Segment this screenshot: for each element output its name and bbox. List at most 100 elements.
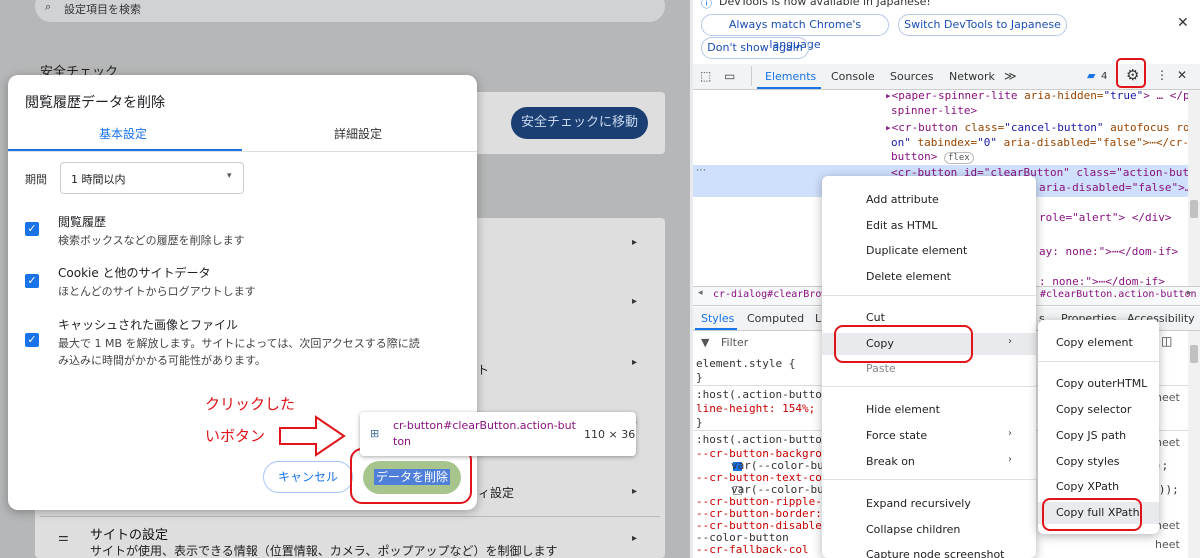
code-val: "true" [1103, 89, 1144, 102]
code-line[interactable]: button> flex [891, 150, 974, 164]
site-settings-title: サイトの設定 [90, 528, 169, 543]
scrollbar-thumb[interactable] [1190, 200, 1198, 218]
panel-divider[interactable] [690, 0, 693, 558]
element-tooltip: ⊞ cr-button#clearButton.action-but ton 1… [360, 412, 636, 456]
sidebar-toggle-icon[interactable]: ◫ [1161, 334, 1172, 348]
filter-icon: ▼ [701, 336, 710, 349]
scroll-right-icon[interactable]: ▸ [1187, 288, 1192, 298]
copy-js-path[interactable]: Copy JS path [1038, 425, 1159, 447]
more-tabs-icon[interactable]: ≫ [1004, 69, 1017, 83]
scrollbar[interactable] [1188, 90, 1200, 286]
highlight-box [1042, 498, 1142, 531]
code-line[interactable]: spinner-lite> [891, 104, 977, 117]
highlight-box [350, 448, 472, 504]
menu-force-state[interactable]: Force state [822, 425, 1036, 447]
item-title: Cookie と他のサイトデータ [58, 266, 211, 280]
code-tag: ▸<cr-button [885, 121, 958, 134]
menu-collapse-children[interactable]: Collapse children [822, 519, 1036, 541]
copy-selector[interactable]: Copy selector [1038, 399, 1159, 421]
menu-duplicate[interactable]: Duplicate element [822, 240, 1036, 262]
scrollbar-thumb[interactable] [1190, 345, 1198, 363]
stylesheet-link[interactable]: heet [1155, 538, 1180, 551]
code-val: "0" [977, 136, 997, 149]
css-rule: } [696, 416, 703, 429]
chevron-right-icon: ▸ [632, 296, 638, 307]
breadcrumb-item[interactable]: #clearButton.action-button [1040, 289, 1197, 300]
annotation-text: クリックした [205, 395, 296, 413]
context-menu: Add attribute Edit as HTML Duplicate ele… [822, 176, 1036, 558]
site-settings-desc: サイトが使用、表示できる情報（位置情報、カメラ、ポップアップなど）を制御します [90, 544, 558, 558]
switch-language-button[interactable]: Switch DevTools to Japanese [898, 14, 1067, 36]
menu-edit-html[interactable]: Edit as HTML [822, 215, 1036, 237]
active-tab-indicator [757, 87, 821, 89]
row-divider [40, 516, 660, 517]
tab-network[interactable]: Network [949, 70, 995, 83]
highlight-box [1116, 58, 1146, 88]
checkbox-history[interactable]: ✓ [25, 222, 39, 236]
divider [751, 66, 752, 86]
tab-layout[interactable]: L [815, 312, 821, 325]
match-language-button[interactable]: Always match Chrome's language [701, 14, 889, 51]
tooltip-selector: cr-button#clearButton.action-but [393, 419, 576, 432]
code-attr: autofocus role="butt [1110, 121, 1200, 134]
tab-basic[interactable]: 基本設定 [99, 125, 147, 142]
menu-expand-recursively[interactable]: Expand recursively [822, 493, 1036, 515]
tab-divider [8, 151, 477, 152]
highlight-box [834, 325, 973, 363]
selected-code: aria-disabled="false">… [1039, 181, 1192, 194]
annotation-text: いボタン [205, 427, 266, 445]
css-rule[interactable]: element.style { [696, 357, 795, 370]
css-property[interactable]: --cr-fallback-col [696, 543, 809, 556]
info-icon: ⓘ [701, 0, 712, 10]
checkbox-cache[interactable]: ✓ [25, 333, 39, 347]
tab-styles[interactable]: Styles [701, 312, 734, 325]
more-vert-icon[interactable]: ⋮ [1156, 68, 1168, 82]
safety-check-button[interactable]: 安全チェックに移動 [511, 107, 648, 139]
copy-element[interactable]: Copy element [1038, 332, 1159, 354]
chevron-right-icon: ▸ [632, 533, 638, 544]
partial-row-text: ィ設定 [478, 486, 515, 500]
filter-input[interactable]: Filter [721, 336, 748, 349]
search-input[interactable]: 設定項目を検索 [64, 1, 141, 17]
code-line[interactable]: role="alert"> </div> [1039, 211, 1171, 224]
menu-add-attribute[interactable]: Add attribute [822, 189, 1036, 211]
code-line[interactable]: on" tabindex="0" aria-disabled="false">⋯… [891, 136, 1189, 149]
item-desc: ほとんどのサイトからログアウトします [58, 285, 256, 298]
inspect-icon[interactable]: ⬚ [700, 69, 711, 83]
menu-delete[interactable]: Delete element [822, 266, 1036, 288]
tab-sources[interactable]: Sources [890, 70, 934, 83]
checkbox-cookies[interactable]: ✓ [25, 274, 39, 288]
tab-elements[interactable]: Elements [765, 70, 816, 83]
tooltip-size: 110 × 36 [584, 428, 636, 441]
tab-computed[interactable]: Computed [747, 312, 804, 325]
css-property[interactable]: line-height: 154%; [696, 402, 815, 415]
dont-show-button[interactable]: Don't show again [701, 37, 809, 59]
code-line[interactable]: ▸<cr-button class="cancel-button" autofo… [885, 121, 1200, 134]
menu-capture-screenshot[interactable]: Capture node screenshot [822, 544, 1036, 558]
tab-advanced[interactable]: 詳細設定 [334, 125, 382, 142]
tab-console[interactable]: Console [831, 70, 875, 83]
issues-icon[interactable]: ▰ [1087, 69, 1095, 82]
device-toggle-icon[interactable]: ▭ [724, 69, 735, 83]
close-devtools-icon[interactable]: ✕ [1177, 68, 1187, 82]
code-line[interactable]: ▸<paper-spinner-lite aria-hidden="true">… [885, 89, 1200, 102]
code-line[interactable]: ay: none:">⋯</dom-if> [1039, 245, 1178, 258]
copy-outer-html[interactable]: Copy outerHTML [1038, 373, 1159, 395]
close-icon[interactable]: ✕ [1177, 15, 1189, 31]
scroll-left-icon[interactable]: ◂ [698, 288, 703, 298]
scrollbar[interactable] [1188, 331, 1200, 558]
item-desc: 検索ボックスなどの履歴を削除します [58, 234, 245, 247]
menu-separator [1038, 361, 1159, 362]
dropdown-arrow-icon: ▾ [227, 171, 232, 181]
css-selector[interactable]: :host(.action-button), [696, 388, 842, 401]
cancel-button[interactable]: キャンセル [263, 461, 353, 493]
item-title: 閲覧履歴 [58, 215, 107, 229]
period-value: 1 時間以内 [71, 173, 126, 186]
code-val: on" [891, 136, 911, 149]
menu-break-on[interactable]: Break on [822, 451, 1036, 473]
copy-xpath[interactable]: Copy XPath [1038, 476, 1159, 498]
period-select[interactable]: 1 時間以内 ▾ [60, 162, 244, 194]
menu-hide-element[interactable]: Hide element [822, 399, 1036, 421]
css-rule: } [696, 371, 703, 384]
copy-styles[interactable]: Copy styles [1038, 451, 1159, 473]
